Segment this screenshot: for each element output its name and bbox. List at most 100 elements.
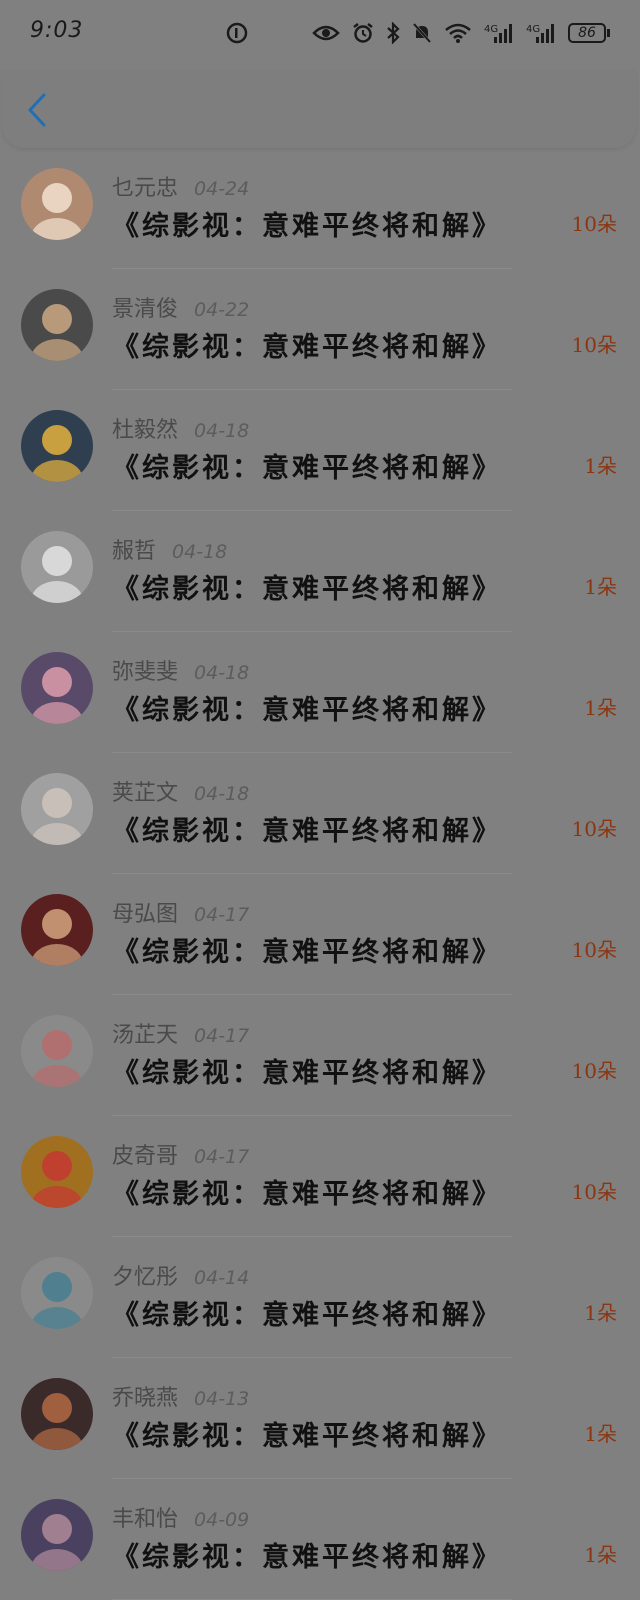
date: 04-17 — [194, 904, 250, 926]
user-name: 荚芷文 — [112, 781, 179, 806]
data-saver-icon — [226, 22, 248, 44]
avatar[interactable] — [21, 1015, 93, 1087]
name-line: 皮奇哥 04-17 — [112, 1138, 250, 1169]
date: 04-24 — [194, 178, 250, 200]
user-name: 汤芷天 — [112, 1023, 179, 1048]
name-line: 丰和怡 04-09 — [112, 1501, 250, 1532]
eye-icon — [312, 25, 340, 41]
book-title: 《综影视：意难平终将和解》 — [112, 816, 502, 847]
name-line: 弥斐斐 04-18 — [112, 654, 250, 685]
name-line: 景清俊 04-22 — [112, 291, 250, 322]
date: 04-17 — [194, 1025, 250, 1047]
date: 04-13 — [194, 1388, 250, 1410]
list-item[interactable]: 乔晓燕 04-13 《综影视：意难平终将和解》 1朵 — [0, 1358, 640, 1479]
avatar[interactable] — [21, 289, 93, 361]
svg-text:4G: 4G — [484, 24, 498, 35]
date: 04-18 — [172, 541, 228, 563]
user-name: 乔晓燕 — [112, 1386, 179, 1411]
user-name: 夕忆彤 — [112, 1265, 179, 1290]
list-item[interactable]: 弥斐斐 04-18 《综影视：意难平终将和解》 1朵 — [0, 632, 640, 753]
list-item[interactable]: 乜元忠 04-24 《综影视：意难平终将和解》 10朵 — [0, 148, 640, 269]
avatar[interactable] — [21, 1257, 93, 1329]
user-name: 景清俊 — [112, 297, 179, 322]
flower-count: 10朵 — [571, 1180, 617, 1204]
book-title: 《综影视：意难平终将和解》 — [112, 1542, 502, 1573]
avatar[interactable] — [21, 1378, 93, 1450]
book-title: 《综影视：意难平终将和解》 — [112, 332, 502, 363]
flower-count: 10朵 — [571, 333, 617, 357]
back-arrow-icon — [28, 93, 46, 127]
name-line: 母弘图 04-17 — [112, 896, 250, 927]
battery-icon: 86 — [568, 23, 610, 43]
name-line: 汤芷天 04-17 — [112, 1017, 250, 1048]
avatar[interactable] — [21, 773, 93, 845]
avatar[interactable] — [21, 1499, 93, 1571]
status-icons: 4G 4G 86 — [226, 18, 610, 48]
date: 04-09 — [194, 1509, 250, 1531]
user-name: 皮奇哥 — [112, 1144, 179, 1169]
flower-count: 10朵 — [571, 938, 617, 962]
avatar[interactable] — [21, 531, 93, 603]
flower-count: 10朵 — [571, 817, 617, 841]
bluetooth-icon — [387, 22, 400, 44]
flower-count: 10朵 — [571, 212, 617, 236]
reward-list: 乜元忠 04-24 《综影视：意难平终将和解》 10朵 景清俊 04-22 《综影视：意难平… — [0, 148, 640, 1600]
date: 04-18 — [194, 420, 250, 442]
user-name: 赧哲 — [112, 539, 157, 564]
book-title: 《综影视：意难平终将和解》 — [112, 1058, 502, 1089]
list-item[interactable]: 夕忆彤 04-14 《综影视：意难平终将和解》 1朵 — [0, 1237, 640, 1358]
avatar[interactable] — [21, 652, 93, 724]
flower-count: 1朵 — [584, 696, 617, 720]
date: 04-22 — [194, 299, 250, 321]
avatar[interactable] — [21, 1136, 93, 1208]
avatar[interactable] — [21, 410, 93, 482]
battery-level: 86 — [568, 23, 606, 43]
user-name: 乜元忠 — [112, 176, 179, 201]
avatar[interactable] — [21, 168, 93, 240]
user-name: 弥斐斐 — [112, 660, 179, 685]
status-bar: 9:03 4G 4G 86 — [0, 0, 640, 64]
date: 04-18 — [194, 783, 250, 805]
flower-count: 1朵 — [584, 1422, 617, 1446]
name-line: 荚芷文 04-18 — [112, 775, 250, 806]
flower-count: 10朵 — [571, 1059, 617, 1083]
back-button[interactable] — [22, 90, 52, 130]
flower-count: 1朵 — [584, 1543, 617, 1567]
flower-count: 1朵 — [584, 575, 617, 599]
book-title: 《综影视：意难平终将和解》 — [112, 1179, 502, 1210]
flower-count: 1朵 — [584, 454, 617, 478]
alarm-icon — [353, 23, 373, 43]
list-item[interactable]: 丰和怡 04-09 《综影视：意难平终将和解》 1朵 — [0, 1479, 640, 1600]
book-title: 《综影视：意难平终将和解》 — [112, 1421, 502, 1452]
list-item[interactable]: 母弘图 04-17 《综影视：意难平终将和解》 10朵 — [0, 874, 640, 995]
name-line: 乔晓燕 04-13 — [112, 1380, 250, 1411]
book-title: 《综影视：意难平终将和解》 — [112, 1300, 502, 1331]
user-name: 丰和怡 — [112, 1507, 179, 1532]
nav-bar — [2, 70, 636, 148]
signal-4g-icon: 4G — [484, 24, 512, 43]
avatar[interactable] — [21, 894, 93, 966]
date: 04-17 — [194, 1146, 250, 1168]
list-item[interactable]: 皮奇哥 04-17 《综影视：意难平终将和解》 10朵 — [0, 1116, 640, 1237]
mute-icon — [412, 23, 432, 43]
list-item[interactable]: 赧哲 04-18 《综影视：意难平终将和解》 1朵 — [0, 511, 640, 632]
flower-count: 1朵 — [584, 1301, 617, 1325]
book-title: 《综影视：意难平终将和解》 — [112, 937, 502, 968]
status-time: 9:03 — [30, 18, 84, 43]
wifi-icon — [445, 23, 471, 43]
list-item[interactable]: 汤芷天 04-17 《综影视：意难平终将和解》 10朵 — [0, 995, 640, 1116]
book-title: 《综影视：意难平终将和解》 — [112, 695, 502, 726]
list-item[interactable]: 杜毅然 04-18 《综影视：意难平终将和解》 1朵 — [0, 390, 640, 511]
name-line: 赧哲 04-18 — [112, 533, 228, 564]
book-title: 《综影视：意难平终将和解》 — [112, 453, 502, 484]
list-item[interactable]: 荚芷文 04-18 《综影视：意难平终将和解》 10朵 — [0, 753, 640, 874]
date: 04-18 — [194, 662, 250, 684]
list-item[interactable]: 景清俊 04-22 《综影视：意难平终将和解》 10朵 — [0, 269, 640, 390]
svg-text:4G: 4G — [526, 24, 540, 35]
name-line: 夕忆彤 04-14 — [112, 1259, 250, 1290]
user-name: 母弘图 — [112, 902, 179, 927]
date: 04-14 — [194, 1267, 250, 1289]
user-name: 杜毅然 — [112, 418, 179, 443]
name-line: 乜元忠 04-24 — [112, 170, 250, 201]
book-title: 《综影视：意难平终将和解》 — [112, 211, 502, 242]
